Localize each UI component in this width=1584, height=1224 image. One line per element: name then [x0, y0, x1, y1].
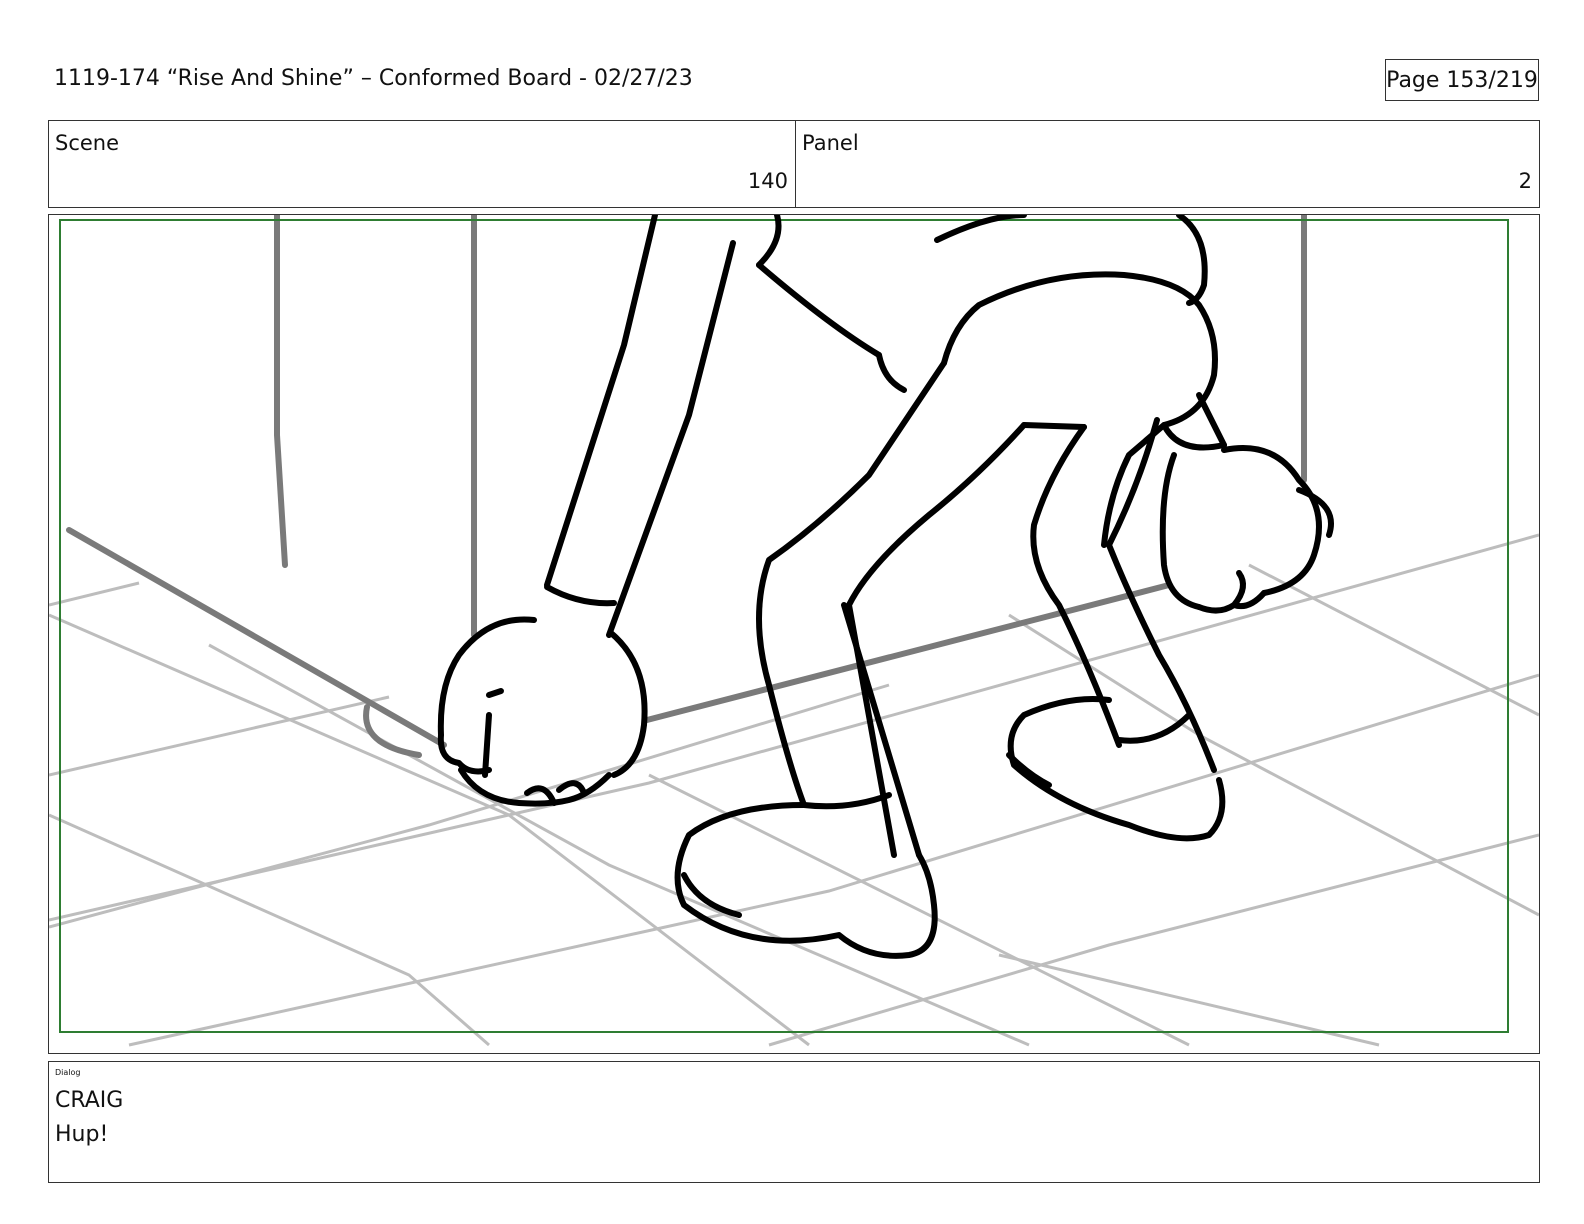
scene-panel-info: Scene 140 Panel 2 — [48, 120, 1540, 208]
scene-number: 140 — [747, 169, 788, 193]
floor-tile-lines — [49, 533, 1539, 1047]
panel-number: 2 — [1518, 169, 1532, 193]
storyboard-drawing — [49, 215, 1539, 1047]
panel-label: Panel — [802, 131, 859, 155]
document-title: 1119-174 “Rise And Shine” – Conformed Bo… — [54, 66, 693, 91]
dialog-line: Hup! — [55, 1122, 109, 1147]
panel-cell: Panel 2 — [796, 121, 1539, 207]
dialog-speaker: CRAIG — [55, 1088, 124, 1113]
page-number: Page 153/219 — [1385, 59, 1539, 101]
storyboard-panel-frame — [48, 214, 1540, 1054]
dialog-label: Dialog — [55, 1068, 81, 1077]
scene-cell: Scene 140 — [49, 121, 796, 207]
dialog-box: Dialog CRAIG Hup! — [48, 1061, 1540, 1183]
scene-label: Scene — [55, 131, 120, 155]
